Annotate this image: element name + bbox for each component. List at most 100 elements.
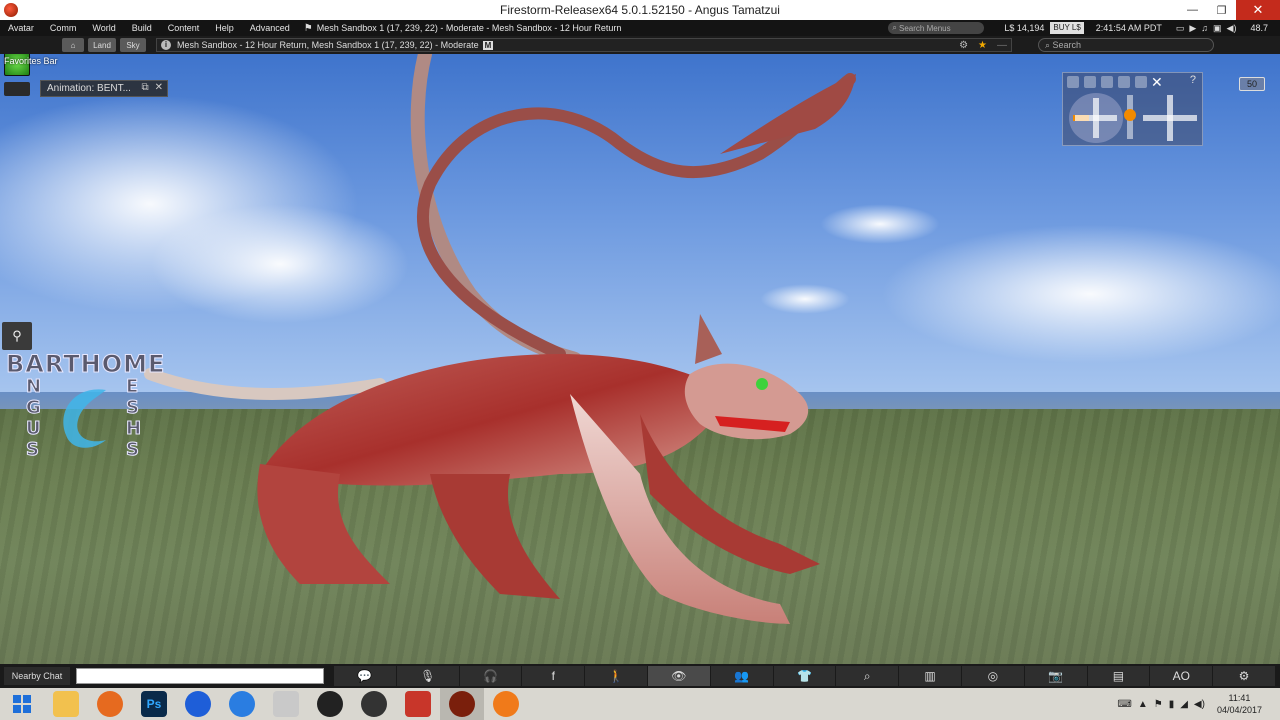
camera-controls-floater[interactable]: ✕ ? (1062, 72, 1203, 146)
app-icon (185, 691, 211, 717)
taskbar-app-paint[interactable] (264, 688, 308, 720)
animation-floater[interactable]: Animation: BENT... ⧉ ✕ (40, 80, 168, 97)
people-button[interactable]: 👥 (710, 666, 774, 686)
linden-balance[interactable]: L$ 14,194 (1004, 23, 1044, 33)
close-button[interactable]: ✕ (1236, 0, 1280, 20)
inventory-button[interactable]: ▤ (1087, 666, 1151, 686)
favorite-star-icon[interactable]: ★ (978, 40, 987, 51)
close-icon[interactable]: ✕ (155, 82, 163, 93)
snapshot-button[interactable]: 📷 (1024, 666, 1088, 686)
parcel-settings-icon[interactable]: ⚙ (959, 40, 968, 51)
music-icon[interactable]: ♫ (1201, 23, 1208, 34)
play-icon[interactable]: ▶ (1189, 23, 1196, 34)
facebook-button[interactable]: f (522, 666, 586, 686)
fps-badge[interactable]: 50 (1239, 77, 1265, 91)
favorites-bar[interactable]: Favorites Bar (4, 56, 58, 66)
menu-help[interactable]: Help (207, 23, 242, 33)
camera-preset-mouselook[interactable] (1135, 76, 1147, 88)
dropdown-arrow-icon[interactable]: — (997, 40, 1007, 51)
speaker-icon[interactable]: ◀) (1194, 699, 1205, 710)
taskbar-app-red[interactable] (396, 688, 440, 720)
settings-button[interactable]: ⚙ (1213, 666, 1276, 686)
panel-toggle-bottom[interactable] (4, 82, 30, 96)
sky-button[interactable]: Sky (120, 38, 146, 52)
info-icon[interactable]: i (161, 40, 171, 50)
world-viewport[interactable]: Favorites Bar Animation: BENT... ⧉ ✕ ⚲ B… (0, 54, 1280, 664)
help-icon[interactable]: ? (1190, 74, 1196, 86)
chat-input[interactable] (76, 668, 324, 684)
menu-advanced[interactable]: Advanced (242, 23, 298, 33)
tail-lower (144, 368, 386, 400)
close-icon[interactable]: ✕ (1151, 74, 1163, 91)
view-button[interactable]: 👁 (647, 666, 711, 686)
search-button[interactable]: ⌕ (836, 666, 900, 686)
taskbar-clock[interactable]: 11:41 04/04/2017 (1217, 692, 1262, 716)
search-menus-field[interactable]: ⌕ Search Menus (888, 22, 985, 34)
logo-right-column: ESHS (126, 376, 142, 461)
taskbar-obs[interactable] (308, 688, 352, 720)
taskbar-firestorm[interactable] (440, 688, 484, 720)
buy-currency-button[interactable]: BUY L$ (1050, 22, 1084, 34)
nearby-chat-button[interactable]: Nearby Chat (4, 667, 70, 685)
menu-build[interactable]: Build (124, 23, 160, 33)
flag-icon[interactable]: ⚑ (1154, 699, 1163, 710)
radar-button[interactable]: ◎ (961, 666, 1025, 686)
camera-pan-control[interactable] (1141, 93, 1199, 143)
location-input[interactable]: i Mesh Sandbox - 12 Hour Return, Mesh Sa… (156, 38, 1012, 52)
firefox-icon (97, 691, 123, 717)
menu-comm[interactable]: Comm (42, 23, 85, 33)
speak-button[interactable]: 🎙 (396, 666, 460, 686)
camera-zoom-slider[interactable] (1124, 95, 1136, 139)
volume-icon[interactable]: ◀) (1227, 23, 1237, 34)
taskbar-obs-2[interactable] (352, 688, 396, 720)
taskbar-app-blue[interactable] (176, 688, 220, 720)
land-button[interactable]: Land (88, 38, 116, 52)
map-button[interactable]: ▥ (899, 666, 962, 686)
network-icon[interactable]: ◢ (1180, 699, 1188, 710)
keyboard-icon[interactable]: ⌨ (1117, 699, 1131, 710)
taskbar-app-g[interactable] (220, 688, 264, 720)
microphone-icon: 🎙 (420, 669, 436, 683)
camera-preset-side[interactable] (1084, 76, 1096, 88)
minimize-button[interactable]: — (1178, 0, 1207, 20)
camera-preset-rear[interactable] (1067, 76, 1079, 88)
search-input[interactable]: ⌕ Search (1038, 38, 1214, 52)
zoom-knob[interactable] (1124, 109, 1136, 121)
battery-icon[interactable]: ▮ (1169, 699, 1175, 710)
home-button[interactable]: ⌂ (62, 38, 84, 52)
tear-off-icon[interactable]: ⧉ (141, 82, 148, 93)
animation-floater-controls: ⧉ ✕ (141, 82, 163, 93)
screen: Firestorm-Releasex64 5.0.1.52150 - Angus… (0, 0, 1280, 720)
menu-location[interactable]: ⚑ Mesh Sandbox 1 (17, 239, 22) - Moderat… (304, 23, 622, 34)
menu-content[interactable]: Content (160, 23, 208, 33)
minimap-pin-button[interactable]: ⚲ (2, 322, 32, 350)
appearance-button[interactable]: 👕 (773, 666, 837, 686)
taskbar-firefox[interactable] (88, 688, 132, 720)
creature-eye (756, 378, 768, 390)
walk-icon: 🚶 (608, 669, 624, 683)
camera-preset-object[interactable] (1118, 76, 1130, 88)
ao-button[interactable]: AO (1150, 666, 1214, 686)
move-button[interactable]: 🚶 (585, 666, 648, 686)
stream-icon[interactable]: ▣ (1213, 23, 1222, 34)
camera-preset-front[interactable] (1101, 76, 1113, 88)
voice-button[interactable]: 🎧 (459, 666, 523, 686)
chevron-up-icon[interactable]: ▲ (1138, 699, 1148, 710)
back-leg (430, 474, 560, 599)
taskbar-file-explorer[interactable] (44, 688, 88, 720)
menu-world[interactable]: World (84, 23, 123, 33)
camera-icon: 📷 (1048, 669, 1064, 683)
maximize-button[interactable]: ❐ (1207, 0, 1236, 20)
headphones-icon: 🎧 (483, 669, 498, 683)
start-button[interactable] (0, 688, 44, 720)
firestorm-app-icon[interactable] (4, 3, 18, 17)
search-icon: ⌕ (892, 23, 900, 32)
menu-avatar[interactable]: Avatar (0, 23, 42, 33)
chat-button[interactable]: 💬 (334, 666, 397, 686)
taskbar-photoshop[interactable]: Ps (132, 688, 176, 720)
media-icon[interactable]: ▭ (1176, 23, 1185, 34)
tail-tip (720, 74, 856, 154)
taskbar-blender[interactable] (484, 688, 528, 720)
logo-title: BARTHOME (5, 350, 166, 379)
camera-orbit-control[interactable] (1069, 93, 1123, 143)
